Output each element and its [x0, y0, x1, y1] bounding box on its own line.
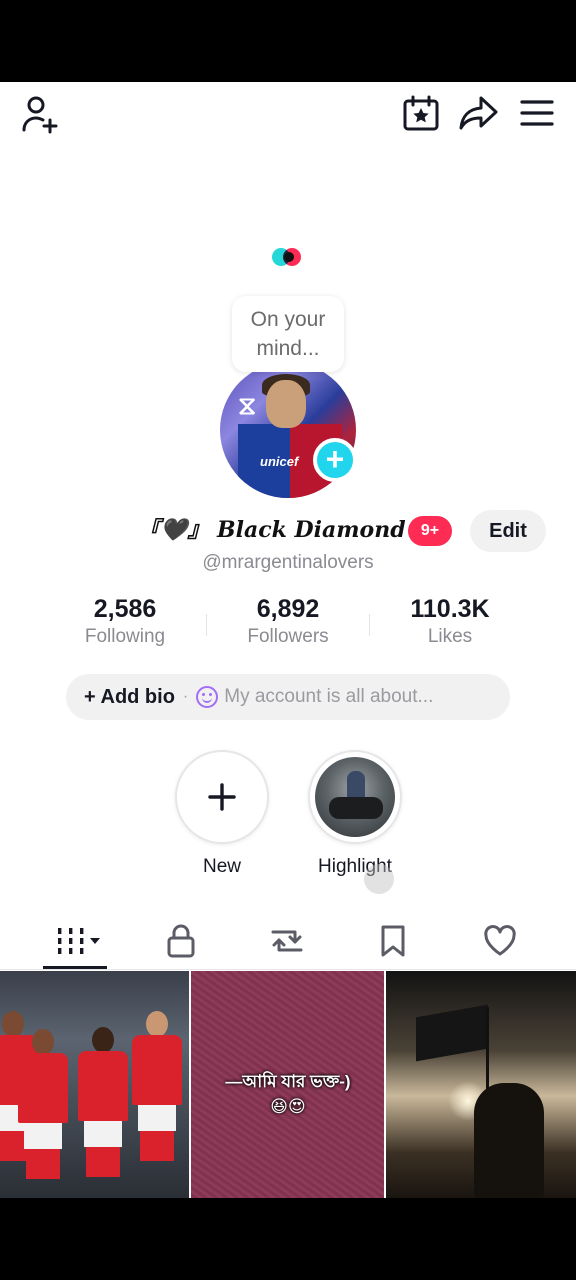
capcut-logo-icon: ⧖ [238, 390, 257, 420]
following-count: 2,586 [93, 595, 157, 623]
name-row: 『🖤』 Black Diamond 9+ Edit [0, 510, 576, 552]
share-arrow-icon [459, 96, 498, 130]
stats-row: 2,586 Following 6,892 Followers 110.3K L… [0, 594, 576, 654]
rider-silhouette [474, 1083, 544, 1198]
new-highlight-circle [175, 750, 269, 844]
edit-profile-button[interactable]: Edit [470, 510, 546, 552]
following-stat[interactable]: 2,586 Following [40, 594, 210, 650]
likes-stat[interactable]: 110.3K Likes [365, 594, 535, 650]
profile-screen: On your mind... ⧖ unicef + 『🖤』 Black Dia… [0, 82, 576, 1198]
new-highlight-label: New [202, 856, 241, 877]
followers-count: 6,892 [256, 595, 320, 623]
video-thumbnail[interactable] [0, 971, 189, 1198]
videos-grid-icon [58, 928, 100, 954]
repost-icon [271, 930, 303, 952]
tab-private[interactable] [141, 912, 221, 970]
username: @mrargentinalovers [202, 552, 374, 573]
tab-liked[interactable] [460, 912, 540, 970]
thought-bubble[interactable]: On your mind... [232, 296, 344, 372]
followers-stat[interactable]: 6,892 Followers [203, 594, 373, 650]
highlight-item[interactable]: Highlight [308, 750, 402, 878]
add-bio-button[interactable]: + Add bio · My account is all about... [66, 674, 510, 720]
heart-icon [484, 925, 516, 956]
video-caption: —আমি যার ভক্ত-) 😆😍 [225, 1072, 351, 1116]
video-thumbnail[interactable]: —আমি যার ভক্ত-) 😆😍 [191, 971, 384, 1198]
calendar-button[interactable] [398, 90, 444, 136]
navigation-bar [0, 1198, 576, 1280]
highlight-circle [308, 750, 402, 844]
add-story-button[interactable]: + [313, 438, 357, 482]
share-button[interactable] [456, 90, 502, 136]
flag-shape [416, 1004, 488, 1062]
hamburger-menu-icon [520, 100, 554, 126]
following-label: Following [84, 626, 166, 647]
touch-indicator [364, 864, 394, 894]
calendar-star-icon [403, 95, 439, 131]
plus-icon [208, 783, 236, 811]
likes-count: 110.3K [410, 595, 490, 623]
tab-favorites[interactable] [353, 912, 433, 970]
smile-icon [196, 686, 219, 708]
bio-placeholder: My account is all about... [224, 686, 434, 707]
highlight-thumbnail [315, 757, 395, 837]
profile-tabs [0, 912, 576, 970]
notification-badge[interactable]: 9+ [408, 516, 452, 546]
lock-icon [167, 924, 195, 958]
loading-indicator [272, 246, 302, 268]
new-highlight-button[interactable]: New [175, 750, 269, 878]
menu-button[interactable] [514, 90, 560, 136]
bio-separator: · [182, 688, 189, 705]
add-friend-button[interactable] [16, 90, 64, 138]
display-name: 『🖤』 Black Diamond [138, 517, 406, 543]
video-thumbnail[interactable] [386, 971, 576, 1198]
followers-label: Followers [247, 626, 329, 647]
likes-label: Likes [427, 626, 473, 647]
jersey-logo: unicef [260, 454, 299, 469]
active-tab-indicator [43, 966, 107, 969]
bookmark-icon [381, 925, 405, 957]
tab-videos[interactable] [40, 912, 120, 970]
add-bio-label: + Add bio [84, 685, 175, 708]
person-add-icon [22, 96, 58, 134]
tab-reposts[interactable] [247, 912, 327, 970]
status-bar [0, 0, 576, 82]
video-grid: —আমি যার ভক্ত-) 😆😍 [0, 971, 576, 1198]
